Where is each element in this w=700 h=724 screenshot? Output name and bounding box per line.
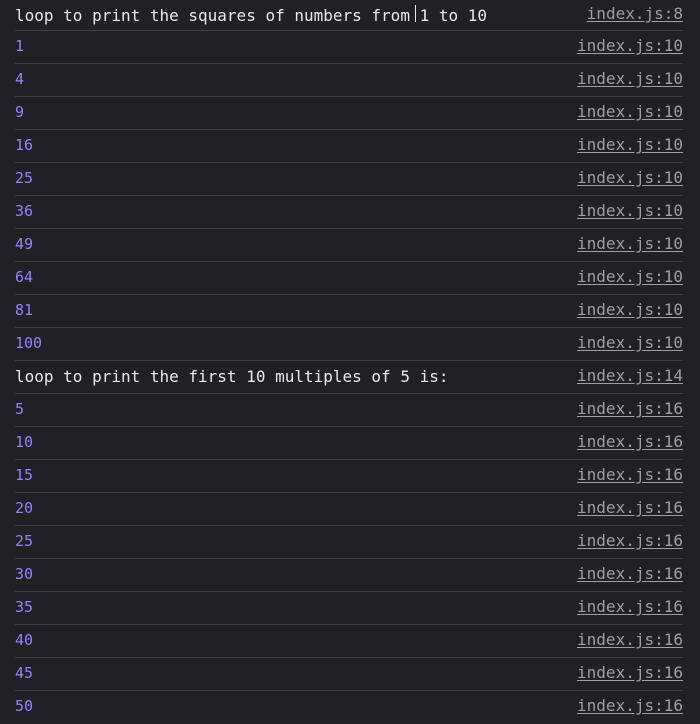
source-link[interactable]: index.js:16 [577,559,683,588]
text-cursor [415,5,416,22]
console-message-row: 50 index.js:16 [15,691,683,724]
console-message: 64 [15,268,34,286]
console-message-row: 64 index.js:10 [15,262,683,295]
console-message-row: 30 index.js:16 [15,559,683,592]
console-message: 15 [15,466,34,484]
source-link[interactable]: index.js:16 [577,493,683,522]
source-link[interactable]: index.js:16 [577,427,683,456]
console-message-row: 15 index.js:16 [15,460,683,493]
console-message: 49 [15,235,34,253]
console-message-row: 40 index.js:16 [15,625,683,658]
console-message: 10 [15,433,34,451]
source-link[interactable]: index.js:14 [577,361,683,390]
source-link[interactable]: index.js:8 [587,0,683,27]
console-message: 25 [15,532,34,550]
source-link[interactable]: index.js:16 [577,625,683,654]
source-link[interactable]: index.js:10 [577,262,683,291]
console-message: 36 [15,202,34,220]
console-message-row: loop to print the squares of numbers fro… [15,0,683,31]
source-link[interactable]: index.js:10 [577,31,683,60]
console-message-row: 4 index.js:10 [15,64,683,97]
source-link[interactable]: index.js:16 [577,460,683,489]
source-link[interactable]: index.js:10 [577,97,683,126]
console-message-row: 25 index.js:10 [15,163,683,196]
console-message: 100 [15,334,43,352]
console-message-row: 9 index.js:10 [15,97,683,130]
source-link[interactable]: index.js:16 [577,394,683,423]
console-message: loop to print the first 10 multiples of … [15,367,449,386]
console-message-row: 100 index.js:10 [15,328,683,361]
console-message: 25 [15,169,34,187]
source-link[interactable]: index.js:10 [577,295,683,324]
console-message-row: 20 index.js:16 [15,493,683,526]
source-link[interactable]: index.js:10 [577,130,683,159]
console-message: 30 [15,565,34,583]
source-link[interactable]: index.js:10 [577,328,683,357]
console-message-row: 5 index.js:16 [15,394,683,427]
console-message-row: 36 index.js:10 [15,196,683,229]
console-message: 4 [15,70,25,88]
console-message: 40 [15,631,34,649]
console-message: 20 [15,499,34,517]
console-message: 45 [15,664,34,682]
console-message-row: 10 index.js:16 [15,427,683,460]
console-message: 50 [15,697,34,715]
console-message: 35 [15,598,34,616]
console-message-row: 35 index.js:16 [15,592,683,625]
console-message: 16 [15,136,34,154]
console-message: 9 [15,103,25,121]
source-link[interactable]: index.js:16 [577,592,683,621]
console-message: 81 [15,301,34,319]
console-message-row: 25 index.js:16 [15,526,683,559]
source-link[interactable]: index.js:16 [577,658,683,687]
console-panel[interactable]: loop to print the squares of numbers fro… [0,0,700,724]
source-link[interactable]: index.js:10 [577,229,683,258]
source-link[interactable]: index.js:10 [577,64,683,93]
console-message-row: 45 index.js:16 [15,658,683,691]
console-message-row: 16 index.js:10 [15,130,683,163]
console-message: loop to print the squares of numbers fro… [15,6,488,25]
console-message-row: 1 index.js:10 [15,31,683,64]
console-message-row: 81 index.js:10 [15,295,683,328]
console-message: 5 [15,400,25,418]
source-link[interactable]: index.js:16 [577,691,683,720]
source-link[interactable]: index.js:10 [577,163,683,192]
console-message-row: loop to print the first 10 multiples of … [15,361,683,394]
source-link[interactable]: index.js:16 [577,526,683,555]
console-message-row: 49 index.js:10 [15,229,683,262]
source-link[interactable]: index.js:10 [577,196,683,225]
console-message: 1 [15,37,25,55]
